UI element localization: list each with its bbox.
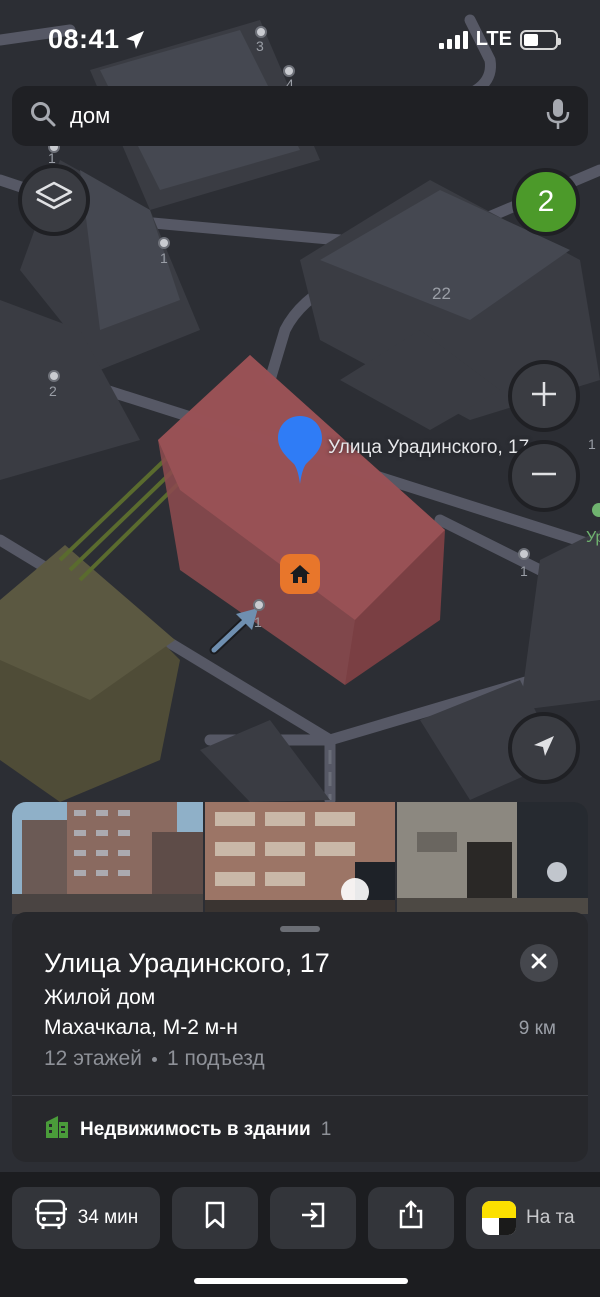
minus-icon bbox=[529, 459, 559, 494]
taxi-label: На та bbox=[526, 1207, 575, 1228]
real-estate-count: 1 bbox=[320, 1119, 332, 1140]
compass-arrow-icon bbox=[530, 732, 558, 765]
map-edge-label: Ур bbox=[586, 529, 600, 546]
building-photo[interactable] bbox=[12, 802, 203, 914]
place-address: Махачкала, М-2 м-н bbox=[44, 1016, 238, 1039]
poi-marker[interactable] bbox=[592, 503, 600, 517]
close-button[interactable] bbox=[520, 944, 558, 982]
map-house-number: 1 bbox=[520, 563, 528, 579]
home-icon[interactable] bbox=[280, 554, 320, 594]
route-button[interactable]: 34 мин bbox=[12, 1187, 160, 1249]
real-estate-link[interactable]: Недвижимость в здании 1 bbox=[44, 1114, 331, 1146]
floors-count: 12 этажей bbox=[44, 1047, 142, 1070]
map-point bbox=[255, 26, 267, 38]
map-point bbox=[283, 65, 295, 77]
status-indicators: LTE bbox=[438, 28, 561, 51]
zoom-out-button[interactable] bbox=[508, 440, 580, 512]
share-button[interactable] bbox=[368, 1187, 454, 1249]
battery-icon bbox=[520, 29, 561, 50]
map-house-number: 22 bbox=[432, 284, 451, 303]
pin-icon[interactable] bbox=[276, 414, 324, 493]
place-card[interactable]: Улица Урадинского, 17 Жилой дом Махачкал… bbox=[12, 912, 588, 1162]
map-point bbox=[158, 237, 170, 249]
layers-button[interactable] bbox=[18, 164, 90, 236]
map-house-number: 2 bbox=[49, 383, 57, 399]
taxi-button[interactable]: На та bbox=[466, 1187, 600, 1249]
place-title: Улица Урадинского, 17 bbox=[44, 948, 330, 978]
my-location-button[interactable] bbox=[508, 712, 580, 784]
status-time: 08:41 bbox=[48, 24, 120, 54]
close-icon bbox=[531, 953, 547, 974]
divider bbox=[12, 1095, 588, 1096]
search-input[interactable]: дом bbox=[70, 103, 546, 129]
microphone-icon[interactable] bbox=[546, 98, 570, 135]
real-estate-label: Недвижимость в здании bbox=[80, 1119, 311, 1140]
location-arrow-icon bbox=[124, 29, 146, 56]
share-icon bbox=[398, 1200, 424, 1236]
home-indicator[interactable] bbox=[194, 1278, 408, 1284]
bookmark-button[interactable] bbox=[172, 1187, 258, 1249]
map-house-number: 1 bbox=[588, 436, 596, 452]
card-grabber[interactable] bbox=[280, 926, 320, 932]
entrances-count: 1 подъезд bbox=[166, 1047, 265, 1070]
building-icon bbox=[44, 1114, 70, 1146]
zoom-in-button[interactable] bbox=[508, 360, 580, 432]
yandex-go-icon bbox=[482, 1201, 516, 1235]
map-place-label: Улица Урадинского, 17 bbox=[328, 437, 530, 458]
building-photo[interactable] bbox=[204, 802, 396, 914]
layers-icon bbox=[34, 180, 74, 221]
bus-icon bbox=[34, 1199, 68, 1237]
network-type: LTE bbox=[475, 28, 512, 50]
route-icon bbox=[299, 1201, 327, 1235]
map-point bbox=[253, 599, 265, 611]
map-house-number: 1 bbox=[254, 614, 262, 630]
map-house-number: 1 bbox=[160, 250, 168, 266]
place-type: Жилой дом bbox=[44, 986, 156, 1009]
search-bar[interactable]: дом bbox=[12, 86, 588, 146]
building-photo[interactable] bbox=[397, 802, 588, 914]
plus-icon bbox=[529, 379, 559, 414]
separator-dot bbox=[151, 1056, 157, 1062]
place-details: 12 этажей 1 подъезд bbox=[44, 1047, 265, 1071]
place-distance: 9 км bbox=[518, 1018, 556, 1039]
results-count-badge[interactable]: 2 bbox=[512, 168, 580, 236]
signal-icon bbox=[438, 30, 468, 49]
map-point bbox=[518, 548, 530, 560]
photo-strip[interactable] bbox=[12, 802, 588, 914]
map-house-number: 3 bbox=[256, 38, 264, 54]
map-point bbox=[48, 370, 60, 382]
entrance-button[interactable] bbox=[270, 1187, 356, 1249]
route-time: 34 мин bbox=[77, 1207, 139, 1228]
bookmark-icon bbox=[204, 1201, 226, 1235]
search-icon bbox=[30, 101, 56, 132]
